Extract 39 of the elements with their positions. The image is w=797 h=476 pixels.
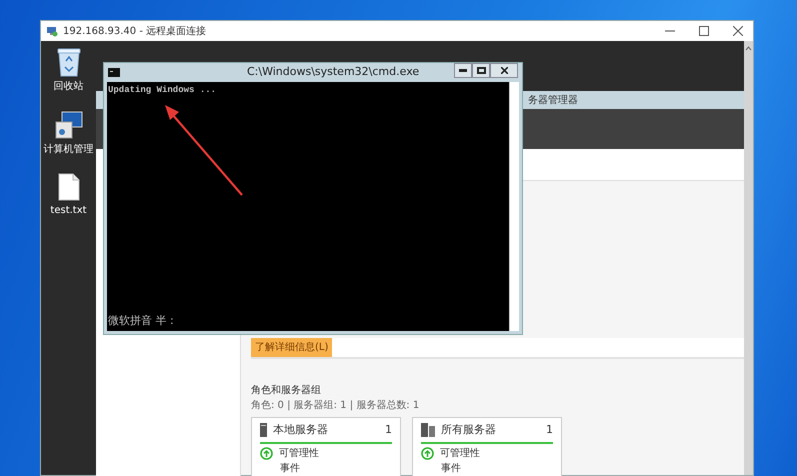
tile-count: 1 bbox=[385, 422, 392, 438]
tile-title: 本地服务器 bbox=[273, 422, 329, 438]
scroll-up-icon[interactable] bbox=[744, 44, 753, 52]
tile-item[interactable]: 事件 bbox=[280, 460, 392, 476]
close-button[interactable] bbox=[490, 63, 518, 78]
tile-title: 所有服务器 bbox=[441, 422, 497, 438]
console-text: Updating Windows ... bbox=[108, 84, 218, 97]
status-ok-icon bbox=[260, 446, 273, 460]
icon-label[interactable]: 计算机管理 bbox=[44, 142, 94, 157]
ime-status: 微软拼音 半 : bbox=[108, 312, 175, 328]
tile-item[interactable]: 事件 bbox=[441, 460, 553, 476]
window-title: C:\Windows\system32\cmd.exe bbox=[247, 64, 420, 80]
section-title: 角色和服务器组 bbox=[251, 384, 322, 398]
maximize-icon[interactable] bbox=[699, 26, 709, 36]
server-icon bbox=[260, 423, 267, 438]
server-tile[interactable]: 本地服务器 1 可管理性 事件 bbox=[251, 417, 401, 476]
minimize-button[interactable] bbox=[454, 63, 472, 78]
close-icon bbox=[500, 67, 508, 74]
window-title: 192.168.93.40 - 远程桌面连接 bbox=[63, 24, 206, 38]
learn-more-button[interactable]: 了解详细信息(L) bbox=[251, 338, 332, 357]
recycle-bin-icon bbox=[56, 47, 82, 77]
maximize-button[interactable] bbox=[472, 63, 490, 78]
tile-status[interactable]: 可管理性 bbox=[440, 446, 480, 460]
server-tile[interactable]: 所有服务器 1 可管理性 事件 bbox=[412, 417, 562, 476]
server-icon bbox=[421, 423, 435, 438]
icon-label[interactable]: 回收站 bbox=[54, 79, 84, 94]
file-icon bbox=[58, 173, 80, 201]
maximize-icon bbox=[476, 67, 486, 74]
computer-icon bbox=[54, 110, 84, 140]
icon-label[interactable]: test.txt bbox=[50, 203, 87, 218]
tile-status[interactable]: 可管理性 bbox=[279, 446, 319, 460]
remote-desktop-icon bbox=[47, 26, 58, 36]
section-summary: 角色: 0 | 服务器组: 1 | 服务器总数: 1 bbox=[251, 398, 420, 413]
minimize-icon bbox=[459, 69, 467, 72]
console-icon bbox=[108, 68, 120, 77]
close-icon[interactable] bbox=[733, 26, 743, 36]
status-ok-icon bbox=[421, 446, 434, 460]
tile-count: 1 bbox=[546, 422, 553, 438]
window-title: 务器管理器 bbox=[528, 94, 578, 108]
